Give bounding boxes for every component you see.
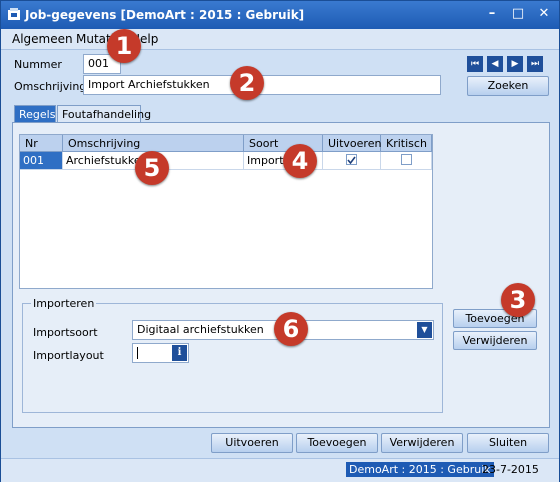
importsoort-value: Digitaal archiefstukken	[137, 323, 264, 336]
omschrijving-label: Omschrijving	[14, 80, 87, 93]
last-record-icon[interactable]: ⏭	[527, 56, 543, 72]
menu-bar: Algemeen Mutaties Help	[1, 29, 559, 50]
callout-badge: 1	[107, 29, 141, 63]
callout-badge: 3	[501, 283, 535, 317]
status-bar: DemoArt : 2015 : Gebruik 23-7-2015	[1, 458, 559, 482]
info-icon[interactable]: i	[172, 345, 187, 361]
menu-algemeen[interactable]: Algemeen	[12, 32, 73, 46]
column-header-uitvoeren[interactable]: Uitvoeren	[323, 135, 381, 152]
column-header-nr[interactable]: Nr	[20, 135, 63, 152]
importlayout-field[interactable]: i	[132, 343, 189, 363]
close-button[interactable]: ✕	[535, 6, 553, 22]
importeren-legend: Importeren	[31, 297, 97, 310]
uitvoeren-button[interactable]: Uitvoeren	[211, 433, 293, 453]
importsoort-label: Importsoort	[33, 326, 98, 339]
callout-badge: 5	[135, 151, 169, 185]
job-gegevens-window: Job-gegevens [DemoArt : 2015 : Gebruik] …	[0, 0, 560, 482]
check-icon	[347, 156, 356, 165]
row-1-nr[interactable]: 001	[20, 152, 63, 170]
callout-badge: 6	[274, 312, 308, 346]
toevoegen-button[interactable]: Toevoegen	[296, 433, 378, 453]
column-header-kritisch[interactable]: Kritisch	[381, 135, 432, 152]
status-date: 23-7-2015	[482, 463, 539, 476]
tab-regels[interactable]: Regels	[14, 105, 56, 123]
regels-grid: Nr Omschrijving Soort Uitvoeren Kritisch…	[19, 134, 433, 289]
column-header-omschrijving[interactable]: Omschrijving	[63, 135, 244, 152]
maximize-button[interactable]: □	[509, 6, 527, 22]
chevron-down-icon[interactable]: ▼	[417, 322, 432, 338]
minimize-button[interactable]: –	[483, 6, 501, 22]
importlayout-label: Importlayout	[33, 349, 104, 362]
callout-badge: 4	[283, 144, 317, 178]
callout-badge: 2	[230, 66, 264, 100]
nummer-label: Nummer	[14, 58, 62, 71]
window-title: Job-gegevens [DemoArt : 2015 : Gebruik]	[25, 8, 305, 22]
row-1-kritisch-checkbox[interactable]	[401, 154, 412, 165]
status-context: DemoArt : 2015 : Gebruik	[346, 462, 494, 477]
text-caret	[137, 347, 138, 359]
verwijderen-button[interactable]: Verwijderen	[381, 433, 463, 453]
next-record-icon[interactable]: ▶	[507, 56, 523, 72]
tab-foutafhandeling[interactable]: Foutafhandeling	[57, 105, 151, 123]
first-record-icon[interactable]: ⏮	[467, 56, 483, 72]
title-bar: Job-gegevens [DemoArt : 2015 : Gebruik] …	[1, 1, 559, 29]
row-1-uitvoeren-checkbox[interactable]	[346, 154, 357, 165]
sluiten-button[interactable]: Sluiten	[467, 433, 549, 453]
verwijderen-side-button[interactable]: Verwijderen	[453, 331, 537, 350]
zoeken-button[interactable]: Zoeken	[467, 76, 549, 96]
previous-record-icon[interactable]: ◀	[487, 56, 503, 72]
app-icon	[8, 8, 20, 20]
